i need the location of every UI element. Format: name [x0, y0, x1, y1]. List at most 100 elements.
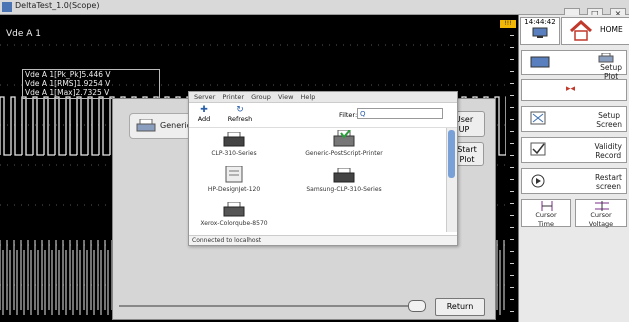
axis-tick: [510, 203, 514, 204]
axis-tick: [510, 155, 514, 156]
home-label: HOME: [600, 25, 623, 34]
cursor-voltage-icon: [595, 201, 609, 211]
axis-tick: [510, 35, 514, 36]
axis-tick: [510, 311, 514, 312]
clock-box: 14:44:42: [520, 17, 560, 45]
axis-tick: [510, 239, 514, 240]
axis-tick: [510, 119, 514, 120]
printer-icon: [333, 168, 355, 183]
measurement-box: Vde A 1[Pk_Pk]5.446 V Vde A 1[RMS]1.9254…: [22, 69, 160, 99]
checkbox-icon: [530, 142, 546, 156]
axis-tick: [510, 131, 514, 132]
return-button[interactable]: Return: [435, 298, 485, 316]
menu-server[interactable]: Server: [194, 93, 215, 101]
axis-tick: [510, 83, 514, 84]
home-button[interactable]: HOME: [561, 17, 629, 45]
setup-screen-button[interactable]: Setup Screen: [521, 106, 627, 132]
printer-name: Samsung-CLP-310-Series: [306, 186, 382, 193]
axis-tick: [510, 227, 514, 228]
menu-printer[interactable]: Printer: [222, 93, 244, 101]
axis-tick: [510, 287, 514, 288]
measurement-pkpk: Vde A 1[Pk_Pk]5.446 V: [25, 70, 111, 79]
axis-tick: [510, 191, 514, 192]
clock-time: 14:44:42: [524, 18, 556, 26]
app-window: DeltaTest_1.0(Scope) _ □ × Vde A 1 Vde A…: [0, 0, 629, 322]
axis-tick: [510, 275, 514, 276]
toggle-button[interactable]: ▸◂: [521, 79, 627, 101]
menu-help[interactable]: Help: [301, 93, 316, 101]
warning-badge: !!!: [500, 20, 516, 28]
play-circle-icon: [531, 174, 545, 188]
setup-plot-button[interactable]: Setup Plot: [521, 50, 627, 81]
generic-printer-label: Generic: [160, 121, 192, 130]
app-icon: [2, 2, 12, 12]
setup-screen-icon: [530, 111, 546, 125]
axis-tick: [510, 299, 514, 300]
monitor-icon: [532, 27, 548, 38]
axis-tick: [510, 263, 514, 264]
printer-name: CLP-310-Series: [211, 150, 257, 157]
printer-name: Generic-PostScript-Printer: [305, 150, 383, 157]
cursor-time-button[interactable]: Cursor Time: [521, 199, 571, 228]
scope-channel-title: Vde A 1: [6, 29, 42, 39]
axis-tick: [510, 47, 514, 48]
axis-tick: [510, 179, 514, 180]
printers-dialog: Server Printer Group View Help ✚ Add ↻ R…: [188, 91, 458, 246]
printer-list: CLP-310-Series Generic-PostScript-Printe…: [189, 128, 445, 232]
filter-label: Filter:: [339, 111, 358, 119]
axis-tick: [510, 71, 514, 72]
scope-right-edge: [506, 15, 518, 322]
printer-icon: [225, 166, 243, 183]
cursor-time-label: Cursor Time: [535, 211, 557, 228]
cursor-time-icon: [541, 201, 553, 211]
printer-icon: [223, 132, 245, 147]
printers-toolbar: ✚ Add ↻ Refresh Filter: Q: [189, 103, 457, 128]
validity-record-button[interactable]: Validity Record: [521, 137, 627, 163]
restart-screen-button[interactable]: Restart screen: [521, 168, 627, 194]
printers-menubar: Server Printer Group View Help: [189, 92, 457, 103]
measurement-rms: Vde A 1[RMS]1.9254 V: [25, 79, 111, 88]
printer-name: HP-DesignJet-120: [207, 186, 261, 193]
toggle-arrows-icon: ▸◂: [566, 84, 576, 94]
printer-name: Xerox-Colorqube-8570: [200, 220, 268, 227]
home-icon: [569, 20, 593, 41]
axis-tick: [510, 167, 514, 168]
menu-group[interactable]: Group: [251, 93, 271, 101]
printer-icon: [223, 202, 245, 217]
printer-item[interactable]: Samsung-CLP-310-Series: [289, 168, 399, 193]
printer-item[interactable]: Xerox-Colorqube-8570: [189, 202, 279, 227]
refresh-icon: ↻: [236, 105, 244, 115]
axis-tick: [510, 107, 514, 108]
title-bar: DeltaTest_1.0(Scope) _ □ ×: [0, 0, 629, 21]
menu-view[interactable]: View: [278, 93, 293, 101]
axis-tick: [510, 143, 514, 144]
add-printer-button[interactable]: ✚ Add: [193, 105, 215, 123]
window-title: DeltaTest_1.0(Scope): [15, 1, 100, 10]
sidebar: 14:44:42 HOME Setup Plot ▸◂ Setup Screen…: [518, 15, 629, 322]
printer-item[interactable]: CLP-310-Series: [189, 132, 279, 157]
restart-screen-label: Restart screen: [595, 173, 622, 191]
measurement-max: Vde A 1[Max]2.7325 V: [25, 88, 110, 97]
add-label: Add: [197, 115, 211, 123]
printer-item[interactable]: Generic-PostScript-Printer: [289, 130, 399, 157]
slider-handle[interactable]: [407, 300, 426, 312]
cursor-voltage-button[interactable]: Cursor Voltage: [575, 199, 627, 228]
refresh-label: Refresh: [227, 115, 253, 123]
screen-icon: [530, 56, 550, 68]
refresh-button[interactable]: ↻ Refresh: [225, 105, 255, 123]
plus-icon: ✚: [200, 105, 208, 115]
slider-track[interactable]: [119, 305, 425, 307]
axis-tick: [510, 251, 514, 252]
axis-tick: [510, 59, 514, 60]
cursor-voltage-label: Cursor Voltage: [588, 211, 614, 228]
printers-statusbar: Connected to localhost: [189, 235, 457, 245]
axis-tick: [510, 95, 514, 96]
scrollbar-thumb[interactable]: [448, 130, 455, 178]
printer-icon: [598, 53, 614, 63]
printer-item[interactable]: HP-DesignJet-120: [189, 166, 279, 193]
printer-list-scrollbar[interactable]: [446, 128, 457, 232]
validity-record-label: Validity Record: [594, 142, 622, 160]
printer-check-icon: [333, 130, 355, 147]
filter-input[interactable]: Q: [357, 108, 443, 119]
axis-tick: [510, 215, 514, 216]
